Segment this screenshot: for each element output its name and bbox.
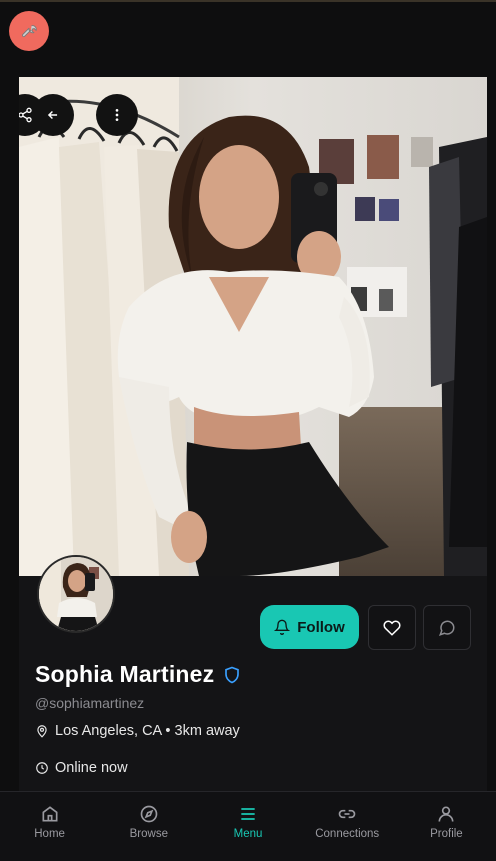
nav-label-profile: Profile [430, 828, 463, 840]
arrow-left-icon [47, 110, 58, 120]
bell-icon [274, 619, 291, 635]
more-options-button[interactable] [96, 94, 138, 136]
nav-item-connections[interactable]: Connections [298, 792, 397, 861]
nav-label-browse: Browse [129, 828, 168, 840]
location-row: Los Angeles, CA • 3km away [35, 723, 240, 739]
top-border [0, 0, 496, 2]
bottom-nav: Home Browse Menu Connections Profile [0, 792, 496, 861]
follow-button[interactable]: Follow [260, 605, 359, 649]
location-text: Los Angeles, CA • 3km away [55, 723, 240, 739]
nav-item-menu[interactable]: Menu [198, 792, 297, 861]
wrench-icon [22, 25, 37, 38]
message-button[interactable] [423, 605, 471, 650]
follow-label: Follow [297, 618, 345, 636]
profile-photo[interactable] [19, 77, 487, 576]
status-text: Online now [55, 760, 128, 776]
share-icon [19, 107, 32, 123]
compass-icon [140, 805, 158, 823]
nav-item-browse[interactable]: Browse [99, 792, 198, 861]
photo-illustration [19, 77, 487, 576]
more-vertical-icon [115, 109, 119, 121]
clock-icon [36, 762, 48, 774]
nav-label-connections: Connections [315, 828, 380, 840]
status-row: Online now [35, 760, 128, 776]
avatar-image [39, 557, 113, 631]
like-button[interactable] [368, 605, 416, 650]
nav-label-menu: Menu [233, 828, 263, 840]
chat-bubble-icon [438, 620, 455, 636]
menu-icon [241, 808, 255, 820]
location-pin-icon [37, 725, 47, 738]
avatar[interactable] [37, 555, 115, 633]
back-button[interactable] [32, 94, 74, 136]
name-row: Sophia Martinez [35, 661, 241, 688]
wrench-button[interactable] [9, 11, 49, 51]
user-icon [438, 806, 454, 822]
home-icon [42, 806, 58, 822]
heart-icon [383, 619, 401, 636]
nav-item-profile[interactable]: Profile [397, 792, 496, 861]
nav-label-home: Home [34, 828, 65, 840]
profile-card: Follow Sophia Martinez @sophiamartinez L… [19, 77, 487, 791]
link-icon [338, 809, 356, 819]
nav-item-home[interactable]: Home [0, 792, 99, 861]
verified-shield-icon [225, 666, 240, 683]
profile-name: Sophia Martinez [35, 661, 215, 687]
profile-handle: @sophiamartinez [35, 695, 145, 711]
